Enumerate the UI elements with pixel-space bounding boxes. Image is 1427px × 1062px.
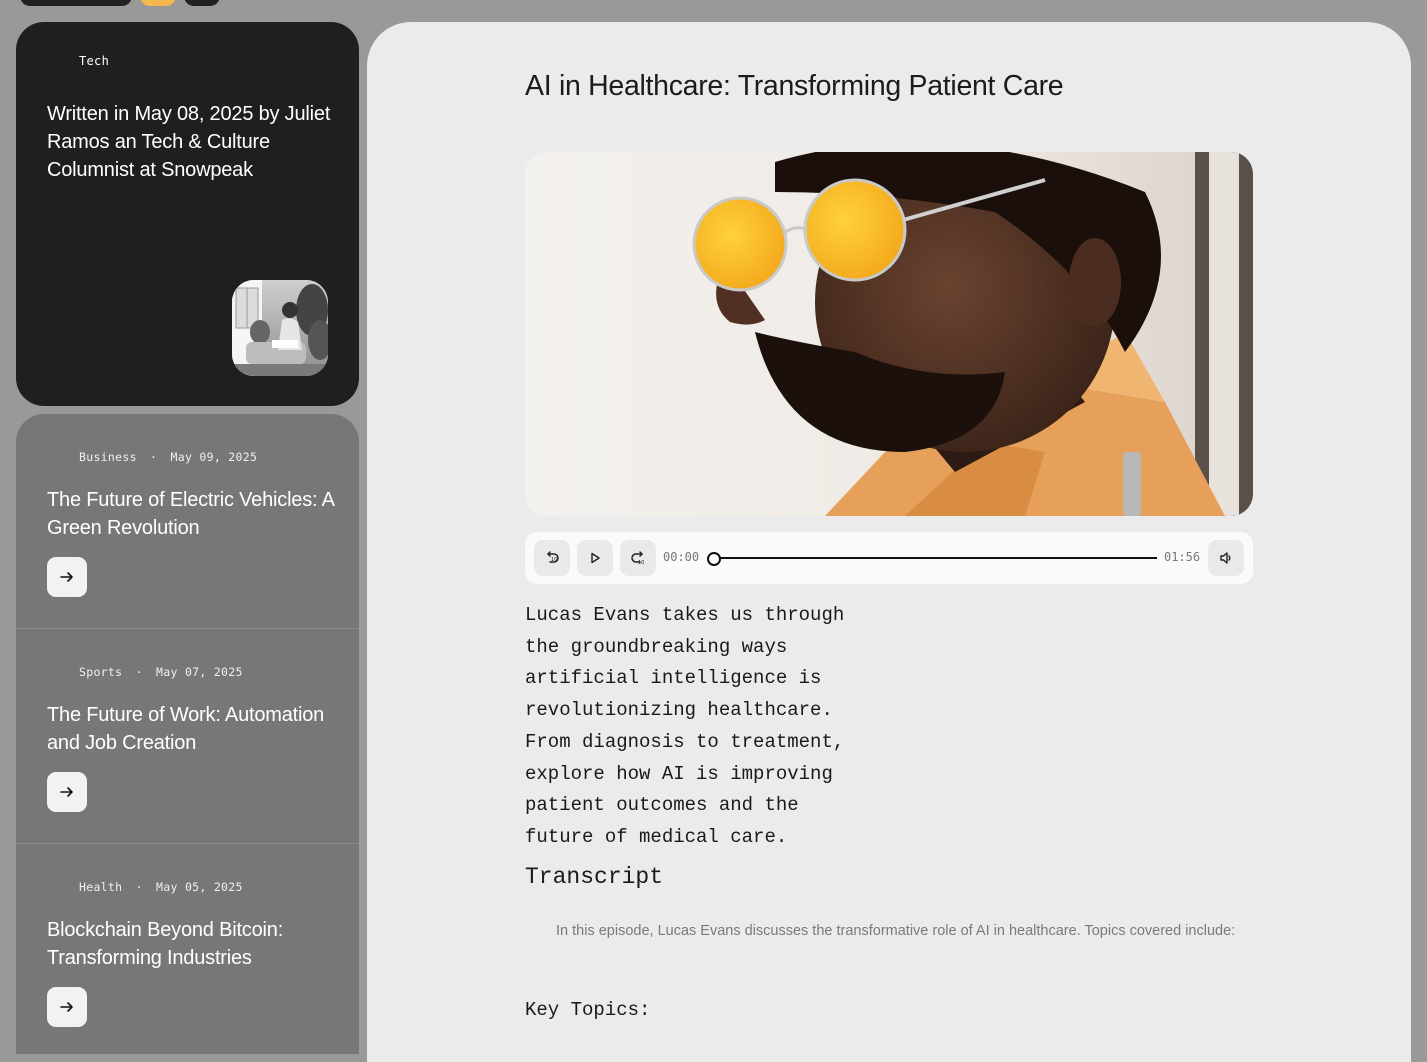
article-category: Sports — [79, 665, 123, 679]
article-list-item[interactable]: Sports · May 07, 2025 The Future of Work… — [16, 629, 359, 844]
page-title: AI in Healthcare: Transforming Patient C… — [525, 70, 1064, 102]
article-category: Business — [79, 450, 137, 464]
featured-category-tag: Tech — [79, 54, 110, 68]
episode-cover-image — [525, 152, 1253, 516]
play-icon — [591, 552, 600, 564]
featured-headline: Written in May 08, 2025 by Juliet Ramos … — [47, 103, 331, 181]
article-title: The Future of Work: Automation and Job C… — [47, 704, 325, 754]
featured-article-card[interactable]: Tech Written in May 08, 2025 by Juliet R… — [16, 22, 359, 406]
top-nav-accent-button[interactable] — [140, 0, 176, 6]
arrow-right-icon — [60, 1002, 73, 1012]
svg-text:10: 10 — [638, 560, 644, 566]
play-button[interactable] — [577, 540, 613, 576]
arrow-right-icon — [60, 787, 73, 797]
article-meta: Health · May 05, 2025 — [79, 880, 243, 894]
author-thumbnail-image — [232, 280, 328, 376]
open-article-button[interactable] — [47, 557, 87, 597]
article-meta: Sports · May 07, 2025 — [79, 665, 243, 679]
article-date: May 07, 2025 — [156, 665, 243, 679]
article-category: Health — [79, 880, 123, 894]
article-list: Business · May 09, 2025 The Future of El… — [16, 414, 359, 1054]
article-title: The Future of Electric Vehicles: A Green… — [47, 489, 334, 539]
forward-button[interactable]: 10 — [620, 540, 656, 576]
key-topics-heading: Key Topics: — [525, 999, 651, 1021]
volume-button[interactable] — [1208, 540, 1244, 576]
article-date: May 05, 2025 — [156, 880, 243, 894]
episode-detail-panel: AI in Healthcare: Transforming Patient C… — [367, 22, 1411, 1062]
forward-10-icon: 10 — [631, 551, 644, 566]
open-article-button[interactable] — [47, 772, 87, 812]
top-nav-pill[interactable] — [20, 0, 132, 6]
episode-description: Lucas Evans takes us through the groundb… — [525, 604, 845, 848]
arrow-right-icon — [60, 572, 73, 582]
article-title: Blockchain Beyond Bitcoin: Transforming … — [47, 919, 284, 969]
meta-separator: · — [150, 450, 158, 464]
meta-separator: · — [135, 665, 143, 679]
transcript-heading: Transcript — [525, 864, 664, 890]
audio-player: 10 10 00:00 01:56 — [525, 532, 1253, 584]
meta-separator: · — [135, 880, 143, 894]
article-list-item[interactable]: Business · May 09, 2025 The Future of El… — [16, 414, 359, 629]
progress-handle[interactable] — [707, 552, 721, 566]
svg-text:10: 10 — [551, 557, 557, 563]
top-nav-icon-button[interactable] — [184, 0, 220, 6]
article-meta: Business · May 09, 2025 — [79, 450, 257, 464]
current-time: 00:00 — [663, 550, 700, 564]
article-list-item[interactable]: Health · May 05, 2025 Blockchain Beyond … — [16, 844, 359, 1054]
rewind-10-icon: 10 — [547, 551, 559, 563]
progress-track[interactable] — [713, 557, 1157, 559]
duration: 01:56 — [1164, 550, 1201, 564]
rewind-button[interactable]: 10 — [534, 540, 570, 576]
open-article-button[interactable] — [47, 987, 87, 1027]
transcript-text: In this episode, Lucas Evans discusses t… — [556, 923, 1236, 939]
article-date: May 09, 2025 — [170, 450, 258, 464]
volume-icon — [1220, 552, 1231, 564]
